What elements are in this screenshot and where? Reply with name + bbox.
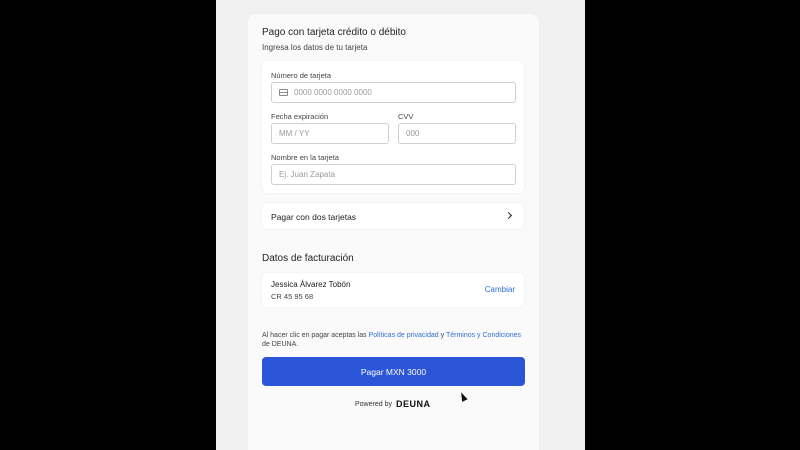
mouse-cursor-icon — [458, 391, 468, 402]
chevron-right-icon — [504, 211, 513, 220]
billing-card: Jessica Álvarez Tobón CR 45 95 68 Cambia… — [262, 273, 524, 307]
powered-by-label: Powered by — [355, 400, 392, 408]
expiry-input[interactable] — [279, 129, 388, 138]
terms-and: y — [438, 332, 446, 339]
credit-card-icon — [279, 89, 288, 96]
card-number-field[interactable] — [271, 82, 516, 103]
payment-title: Pago con tarjeta crédito o débito — [262, 27, 406, 38]
deuna-logo: DEUNA — [395, 399, 431, 409]
terms-conditions-link[interactable]: Términos y Condiciones — [446, 332, 521, 339]
pay-with-two-cards-button[interactable]: Pagar con dos tarjetas — [262, 203, 524, 229]
card-number-input[interactable] — [294, 88, 515, 97]
pay-with-two-cards-label: Pagar con dos tarjetas — [271, 212, 357, 222]
terms-prefix: Al hacer clic en pagar aceptas las — [262, 332, 369, 339]
card-number-label: Número de tarjeta — [271, 71, 332, 80]
cardholder-name-field[interactable] — [271, 164, 516, 185]
terms-suffix: de DEUNA. — [262, 341, 299, 348]
expiry-label: Fecha expiración — [271, 112, 329, 121]
cvv-label: CVV — [398, 112, 414, 121]
billing-id: CR 45 95 68 — [271, 292, 314, 301]
expiry-field[interactable] — [271, 123, 389, 144]
powered-by: Powered by DEUNA — [355, 399, 430, 409]
payment-panel: Pago con tarjeta crédito o débito Ingres… — [248, 14, 539, 450]
checkout-viewport: Pago con tarjeta crédito o débito Ingres… — [216, 0, 585, 450]
cvv-field[interactable] — [398, 123, 516, 144]
cardholder-name-label: Nombre en la tarjeta — [271, 153, 339, 162]
billing-title: Datos de facturación — [262, 253, 354, 264]
change-billing-link[interactable]: Cambiar — [485, 285, 515, 294]
payment-subtitle: Ingresa los datos de tu tarjeta — [262, 43, 368, 52]
cvv-input[interactable] — [406, 129, 515, 138]
privacy-policy-link[interactable]: Políticas de privacidad — [369, 332, 439, 339]
pay-button[interactable]: Pagar MXN 3000 — [262, 357, 525, 386]
billing-name: Jessica Álvarez Tobón — [271, 280, 351, 289]
terms-text: Al hacer clic en pagar aceptas las Polít… — [262, 331, 528, 349]
cardholder-name-input[interactable] — [279, 170, 515, 179]
card-form: Número de tarjeta Fecha expiración CVV i… — [262, 61, 524, 193]
